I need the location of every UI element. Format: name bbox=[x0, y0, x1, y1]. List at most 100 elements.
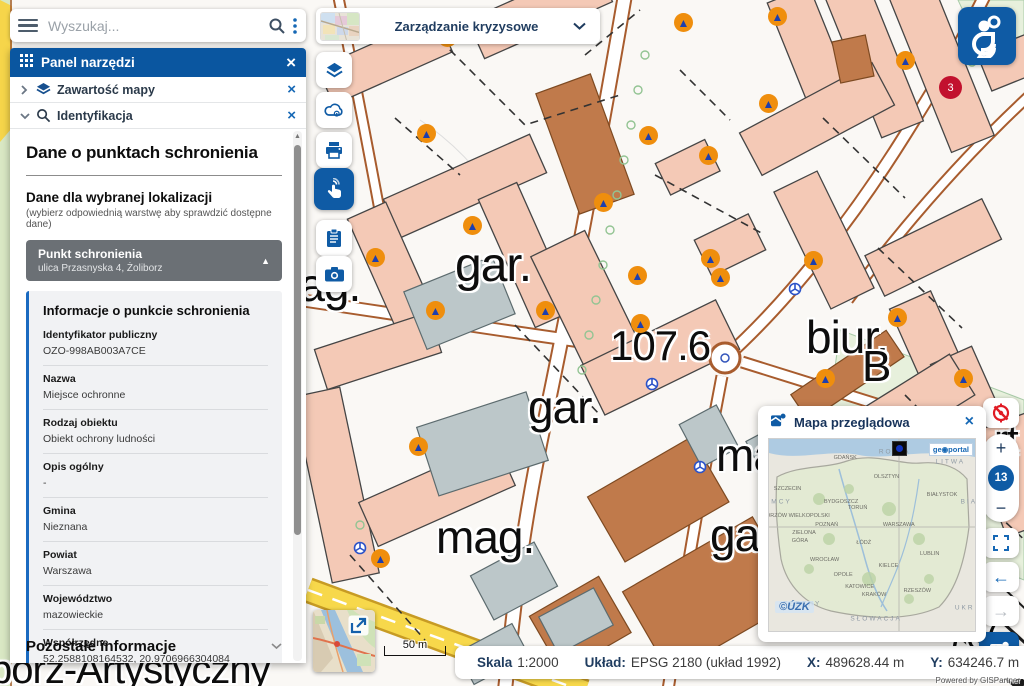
camera-button[interactable] bbox=[316, 256, 352, 292]
shelter-point-marker[interactable]: ▲ bbox=[409, 437, 428, 456]
scale-bar: 50 m bbox=[384, 646, 446, 656]
shelter-point-marker[interactable]: ▲ bbox=[674, 13, 693, 32]
tool-panel: Panel narzędzi × Zawartość mapy × Identy… bbox=[10, 48, 306, 663]
tool-panel-title: Panel narzędzi bbox=[41, 55, 286, 70]
more-options-icon[interactable] bbox=[292, 17, 298, 35]
fullscreen-button[interactable] bbox=[983, 528, 1019, 558]
shelter-point-marker[interactable]: ▲ bbox=[768, 7, 787, 26]
section-close-icon[interactable]: × bbox=[287, 82, 296, 97]
chevron-right-icon[interactable] bbox=[20, 85, 32, 95]
shelter-point-marker[interactable]: ▲ bbox=[759, 94, 778, 113]
tool-panel-close-icon[interactable]: × bbox=[286, 54, 296, 71]
shelter-point-marker[interactable]: ▲ bbox=[639, 126, 658, 145]
shelter-point-marker[interactable]: ▲ bbox=[804, 251, 823, 270]
app-window: mag.gar.107.6biur.Bgar.mag.mag.gar.rt70(… bbox=[0, 0, 1024, 686]
shelter-point-marker[interactable]: ▲ bbox=[631, 314, 650, 333]
overview-city-label: LUBLIN bbox=[920, 551, 939, 557]
tool-panel-header[interactable]: Panel narzędzi × bbox=[10, 48, 306, 77]
overview-city-label: RZESZÓW bbox=[904, 588, 932, 594]
zoom-in-button[interactable]: + bbox=[996, 439, 1007, 457]
open-in-new-icon[interactable] bbox=[348, 615, 369, 636]
layers-icon bbox=[36, 82, 51, 97]
shelter-point-marker[interactable]: ▲ bbox=[896, 51, 915, 70]
shelter-point-marker[interactable]: ▲ bbox=[371, 549, 390, 568]
powered-by-watermark: Powered by GISPartner bbox=[936, 676, 1020, 685]
overview-city-label: GORZÓW WIELKOPOLSKI bbox=[768, 513, 830, 519]
history-back-button[interactable]: ← bbox=[983, 562, 1019, 592]
panel-subtitle: Dane dla wybranej lokalizacji bbox=[26, 190, 282, 205]
notification-badge[interactable]: 3 bbox=[939, 76, 962, 99]
search-bar bbox=[10, 9, 306, 42]
map-label: gar. bbox=[528, 380, 601, 434]
clipboard-button[interactable] bbox=[316, 220, 352, 256]
overview-city-label: GÓRA bbox=[792, 538, 808, 544]
panel-scrollbar[interactable]: ▲ bbox=[293, 131, 302, 661]
cloud-services-button[interactable] bbox=[316, 92, 352, 128]
shelter-info-box: Informacje o punkcie schronienia Identyf… bbox=[26, 291, 282, 663]
overview-city-label: KIELCE bbox=[879, 563, 899, 569]
search-input[interactable] bbox=[48, 18, 262, 34]
chevron-down-icon[interactable] bbox=[20, 112, 32, 120]
overview-city-label: TORUŃ bbox=[848, 505, 867, 511]
map-extent-indicator[interactable] bbox=[892, 441, 907, 456]
overview-map-canvas[interactable]: ge◉portal ©ÚZK GDAŃSKOLSZTYNSZCZECINBIAŁ… bbox=[768, 438, 976, 632]
scale-readout: Skala1:2000 bbox=[477, 655, 559, 670]
overview-city-label: SZCZECIN bbox=[774, 486, 802, 492]
shelter-point-marker[interactable]: ▲ bbox=[594, 193, 613, 212]
identify-icon bbox=[36, 108, 51, 123]
identify-touch-button[interactable] bbox=[314, 168, 354, 210]
shelter-point-marker[interactable]: ▲ bbox=[536, 301, 555, 320]
location-disabled-button[interactable] bbox=[983, 398, 1019, 428]
search-icon[interactable] bbox=[268, 17, 286, 35]
shelter-point-marker[interactable]: ▲ bbox=[701, 249, 720, 268]
chevron-down-icon[interactable] bbox=[271, 637, 282, 655]
print-button[interactable] bbox=[316, 132, 352, 168]
y-coordinate-readout: Y:634246.7 m bbox=[930, 655, 1019, 670]
map-label: 107.6 bbox=[610, 322, 710, 370]
chevron-down-icon[interactable] bbox=[573, 17, 586, 35]
section-close-icon[interactable]: × bbox=[287, 108, 296, 123]
geoportal-logo: ge◉portal bbox=[929, 443, 973, 456]
shelter-point-marker[interactable]: ▲ bbox=[711, 268, 730, 287]
overview-city-label: WARSZAWA bbox=[883, 522, 915, 528]
panel-hint: (wybierz odpowiednią warstwę aby sprawdz… bbox=[26, 208, 282, 230]
shelter-point-marker[interactable]: ▲ bbox=[417, 124, 436, 143]
shelter-point-marker[interactable]: ▲ bbox=[628, 266, 647, 285]
shelter-point-marker[interactable]: ▲ bbox=[366, 248, 385, 267]
overview-map-icon bbox=[770, 413, 786, 432]
section-identification[interactable]: Identyfikacja × bbox=[10, 103, 306, 129]
accessibility-geoportal-button[interactable] bbox=[958, 7, 1016, 65]
section-map-content[interactable]: Zawartość mapy × bbox=[10, 77, 306, 103]
overview-country-label: NIEMCY bbox=[768, 499, 792, 506]
shelter-point-marker[interactable]: ▲ bbox=[816, 369, 835, 388]
overview-city-label: POZNAŃ bbox=[815, 522, 838, 528]
shelter-point-marker[interactable]: ▲ bbox=[426, 301, 445, 320]
overview-map-header[interactable]: Mapa przeglądowa × bbox=[758, 406, 986, 438]
collapse-arrow-icon[interactable]: ▲ bbox=[261, 256, 270, 266]
layers-tool-button[interactable] bbox=[316, 52, 352, 88]
overview-city-label: ZIELONA bbox=[792, 530, 816, 536]
overview-map-close-icon[interactable]: × bbox=[965, 414, 974, 430]
scrollbar-thumb[interactable] bbox=[294, 145, 301, 535]
menu-icon[interactable] bbox=[18, 19, 38, 33]
shelter-point-marker[interactable]: ▲ bbox=[954, 369, 973, 388]
overview-country-label: SŁOWACJA bbox=[850, 616, 902, 623]
basemap-thumbnail bbox=[320, 12, 360, 41]
shelter-point-marker[interactable]: ▲ bbox=[463, 216, 482, 235]
map-label: mag. bbox=[436, 510, 534, 564]
x-coordinate-readout: X:489628.44 m bbox=[807, 655, 904, 670]
overview-map-panel: Mapa przeglądowa × ge◉portal ©ÚZK bbox=[758, 406, 986, 642]
more-info-section[interactable]: Pozostałe informacje bbox=[26, 637, 282, 655]
overview-city-label: KATOWICE bbox=[845, 584, 874, 590]
history-forward-button: → bbox=[983, 596, 1019, 626]
selected-layer-card[interactable]: Punkt schronienia ulica Przasnyska 4, Żo… bbox=[26, 240, 282, 281]
uzk-watermark: ©ÚZK bbox=[775, 601, 814, 613]
shelter-point-marker[interactable]: ▲ bbox=[888, 308, 907, 327]
status-bar: Skala1:2000 Układ:EPSG 2180 (układ 1992)… bbox=[455, 646, 1024, 679]
overview-city-label: OLSZTYN bbox=[874, 474, 899, 480]
map-label: gar. bbox=[455, 238, 531, 293]
basemap-selector[interactable]: Zarządzanie kryzysowe bbox=[316, 8, 600, 44]
zoom-out-button[interactable]: − bbox=[996, 499, 1007, 517]
shelter-point-marker[interactable]: ▲ bbox=[699, 146, 718, 165]
overview-city-label: ŁÓDŹ bbox=[856, 540, 871, 546]
